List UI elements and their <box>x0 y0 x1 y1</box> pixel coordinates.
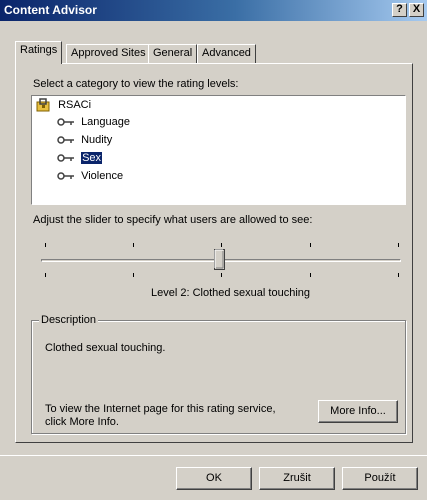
category-label: Select a category to view the rating lev… <box>33 78 239 90</box>
close-button[interactable]: X <box>409 3 424 17</box>
slider-tick <box>133 243 134 247</box>
description-text: Clothed sexual touching. <box>45 342 166 354</box>
info-text-line-1: To view the Internet page for this ratin… <box>45 403 276 415</box>
rating-level-text: Level 2: Clothed sexual touching <box>151 287 310 299</box>
tree-item-label: Violence <box>81 170 124 182</box>
category-tree[interactable]: RSACi Language Nudity Sex Violence <box>31 95 406 205</box>
description-title: Description <box>39 314 99 326</box>
key-icon <box>57 172 74 180</box>
tree-item-language[interactable]: Language <box>57 116 130 128</box>
window-title: Content Advisor <box>4 3 97 17</box>
dialog-divider <box>0 455 427 456</box>
key-icon <box>57 118 74 126</box>
key-icon <box>57 154 74 162</box>
tab-ratings[interactable]: Ratings <box>15 41 63 64</box>
slider-tick <box>133 273 134 277</box>
tree-item-label: Nudity <box>81 134 113 146</box>
tree-item-label-selected: Sex <box>81 152 103 164</box>
tree-item-nudity[interactable]: Nudity <box>57 134 112 146</box>
rating-slider-thumb[interactable] <box>214 249 225 270</box>
tree-root[interactable]: RSACi <box>36 98 91 112</box>
slider-tick <box>310 273 311 277</box>
tree-root-label: RSACi <box>58 98 92 111</box>
slider-tick <box>45 273 46 277</box>
title-bar: Content Advisor ? X <box>0 0 427 21</box>
slider-tick <box>221 243 222 247</box>
content-advisor-dialog: Content Advisor ? X Ratings Approved Sit… <box>0 0 427 500</box>
slider-tick <box>310 243 311 247</box>
slider-tick <box>398 243 399 247</box>
slider-label: Adjust the slider to specify what users … <box>33 214 313 226</box>
tab-advanced[interactable]: Advanced <box>197 44 256 63</box>
tree-item-label: Language <box>81 116 131 128</box>
apply-button[interactable]: Použít <box>342 467 418 490</box>
more-info-button[interactable]: More Info... <box>318 400 398 423</box>
ok-button[interactable]: OK <box>176 467 252 490</box>
tab-approved-sites[interactable]: Approved Sites <box>66 44 151 63</box>
slider-tick <box>398 273 399 277</box>
info-text-line-2: click More Info. <box>45 416 119 428</box>
cancel-button[interactable]: Zrušit <box>259 467 335 490</box>
slider-tick <box>45 243 46 247</box>
tree-item-sex[interactable]: Sex <box>57 152 103 164</box>
tree-item-violence[interactable]: Violence <box>57 170 123 182</box>
ratings-folder-icon <box>36 98 50 112</box>
tab-general[interactable]: General <box>148 44 198 63</box>
key-icon <box>57 136 74 144</box>
help-button[interactable]: ? <box>392 3 407 17</box>
slider-tick <box>221 273 222 277</box>
